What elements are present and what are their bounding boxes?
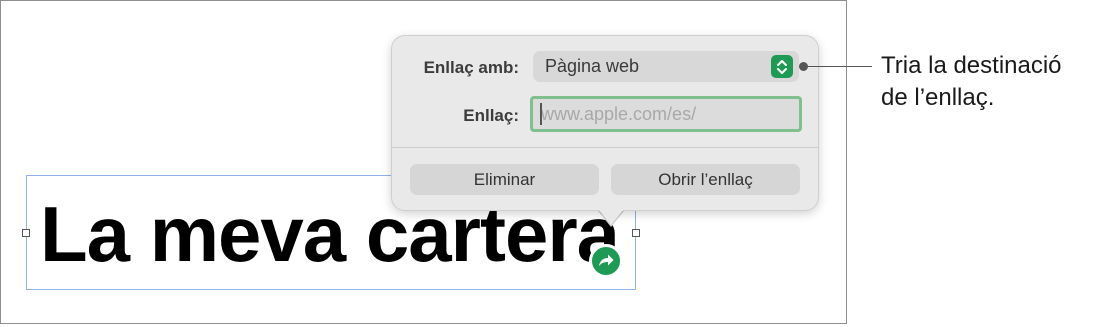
arrow-forward-icon bbox=[599, 254, 614, 266]
link-type-value: Pàgina web bbox=[545, 56, 640, 76]
callout-line-2: de l’enllaç. bbox=[881, 84, 995, 111]
chevron-up-down-icon bbox=[771, 55, 793, 78]
popover-arrow bbox=[595, 205, 627, 225]
link-type-select[interactable]: Pàgina web bbox=[533, 51, 799, 82]
callout-line-1: Tria la destinació bbox=[881, 52, 1062, 79]
link-url-input[interactable] bbox=[530, 96, 802, 132]
resize-handle-left[interactable] bbox=[22, 229, 30, 237]
resize-handle-right[interactable] bbox=[632, 229, 640, 237]
screen: La meva cartera Enllaç amb: Pàgina web E… bbox=[0, 0, 1112, 327]
callout-text: Tria la destinació de l’enllaç. bbox=[881, 50, 1062, 114]
popover-divider bbox=[392, 147, 818, 148]
link-with-label: Enllaç amb: bbox=[423, 58, 519, 77]
callout-line bbox=[803, 66, 872, 67]
text-caret bbox=[540, 103, 542, 125]
open-link-button[interactable]: Obrir l’enllaç bbox=[611, 164, 800, 195]
remove-link-button[interactable]: Eliminar bbox=[410, 164, 599, 195]
link-badge-button[interactable] bbox=[589, 244, 623, 278]
link-label: Enllaç: bbox=[463, 106, 519, 125]
